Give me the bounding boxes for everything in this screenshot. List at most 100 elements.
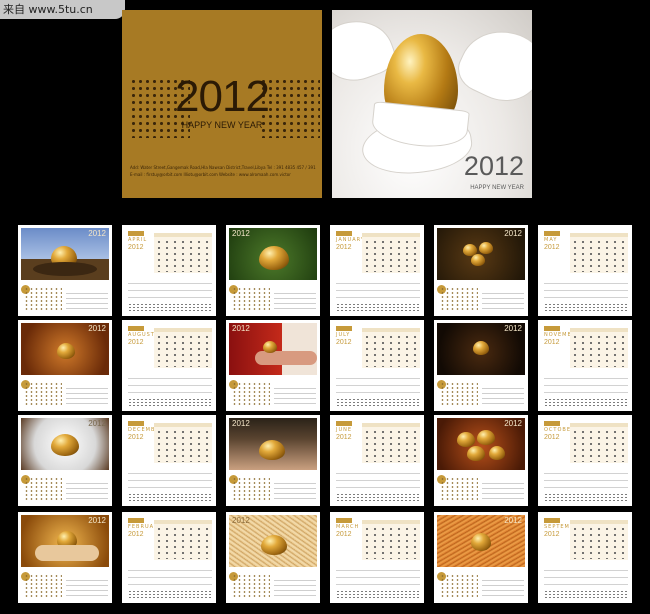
golden-egg (489, 446, 505, 460)
month-year: 2012 (544, 434, 560, 441)
month-page: FEBRUARY 2012 (122, 512, 216, 603)
golden-eggs-in-hands (259, 440, 285, 460)
golden-egg (477, 430, 495, 445)
mini-calendar (232, 574, 270, 598)
mini-calendar (440, 477, 478, 501)
mini-calendar (232, 382, 270, 406)
month-year: 2012 (336, 434, 352, 441)
month-name: MAY (544, 237, 558, 243)
page-photo: 2012 (229, 515, 317, 567)
cover-contact: E-mail : firstuy@orbit.com Illiotu@orbit… (130, 172, 291, 177)
page-photo: 2012 (229, 323, 317, 375)
notes-lines (482, 576, 524, 598)
page-footer-text (336, 398, 420, 406)
notes-lines (482, 289, 524, 311)
mini-calendar (440, 382, 478, 406)
page-photo: 2012 (21, 228, 109, 280)
month-page: MAY 2012 (538, 225, 632, 316)
notes-lines (66, 289, 108, 311)
notes-lines (274, 479, 316, 501)
notes-lines (274, 289, 316, 311)
notes-lines (274, 576, 316, 598)
date-grid (154, 520, 212, 560)
page-photo: 2012 (437, 418, 525, 470)
photo-year: 2012 (88, 419, 106, 428)
photo-page: 2012 (18, 320, 112, 411)
month-page: MARCH 2012 (330, 512, 424, 603)
month-tab (128, 326, 144, 331)
golden-egg (263, 341, 277, 353)
page-footer-text (336, 590, 420, 598)
photo-page: 2012 (226, 415, 320, 506)
back-cover: 2012 HAPPY NEW YEAR (332, 10, 532, 198)
page-footer-text (128, 493, 212, 501)
notes-lines (544, 467, 628, 489)
hand (255, 351, 317, 365)
month-tab (128, 421, 144, 426)
month-page: NOVEMBER 2012 (538, 320, 632, 411)
photo-year: 2012 (232, 419, 250, 428)
notes-lines (274, 384, 316, 406)
month-page: JULY 2012 (330, 320, 424, 411)
photo-page: 2012 (226, 512, 320, 603)
month-tab (336, 518, 352, 523)
page-photo: 2012 (21, 323, 109, 375)
date-grid (570, 233, 628, 273)
page-footer-text (544, 493, 628, 501)
month-year: 2012 (544, 244, 560, 251)
date-grid (154, 328, 212, 368)
month-year: 2012 (128, 434, 144, 441)
month-name: JULY (336, 332, 351, 338)
photo-page: 2012 (434, 225, 528, 316)
page-photo: 2012 (437, 323, 525, 375)
month-name: AUGUST (128, 332, 155, 338)
notes-lines (544, 372, 628, 394)
photo-year: 2012 (504, 419, 522, 428)
notes-lines (66, 479, 108, 501)
notes-lines (66, 576, 108, 598)
hands (35, 545, 99, 561)
golden-egg (471, 254, 485, 266)
front-cover: 2012 HAPPY NEW YEAR Add: Water Street,Ga… (122, 10, 322, 198)
notes-lines (544, 277, 628, 299)
back-cover-greeting: HAPPY NEW YEAR (470, 185, 524, 191)
month-page: JUNE 2012 (330, 415, 424, 506)
month-tab (336, 326, 352, 331)
photo-page: 2012 (434, 512, 528, 603)
page-footer-text (544, 398, 628, 406)
photo-page: 2012 (226, 225, 320, 316)
mini-calendar (440, 574, 478, 598)
date-grid (362, 233, 420, 273)
golden-egg (261, 535, 287, 555)
page-footer-text (544, 590, 628, 598)
page-photo: 2012 (437, 228, 525, 280)
month-page: DECEMBER 2012 (122, 415, 216, 506)
mini-calendar (24, 382, 62, 406)
page-photo: 2012 (21, 418, 109, 470)
notes-lines (128, 372, 212, 394)
mini-calendar (24, 477, 62, 501)
month-name: MARCH (336, 524, 360, 530)
photo-page: 2012 (18, 415, 112, 506)
notes-lines (128, 467, 212, 489)
photo-year: 2012 (504, 516, 522, 525)
month-tab (336, 421, 352, 426)
mini-calendar (232, 287, 270, 311)
month-name: APRIL (128, 237, 148, 243)
notes-lines (336, 277, 420, 299)
nest (33, 262, 97, 276)
page-photo: 2012 (229, 418, 317, 470)
page-footer-text (128, 590, 212, 598)
month-tab (128, 231, 144, 236)
photo-year: 2012 (88, 324, 106, 333)
golden-egg (259, 246, 289, 270)
mini-calendar (24, 574, 62, 598)
page-footer-text (336, 303, 420, 311)
photo-year: 2012 (232, 229, 250, 238)
date-grid (362, 520, 420, 560)
mini-calendar (440, 287, 478, 311)
date-grid (362, 328, 420, 368)
photo-year: 2012 (232, 516, 250, 525)
page-footer-text (336, 493, 420, 501)
month-tab (544, 518, 560, 523)
